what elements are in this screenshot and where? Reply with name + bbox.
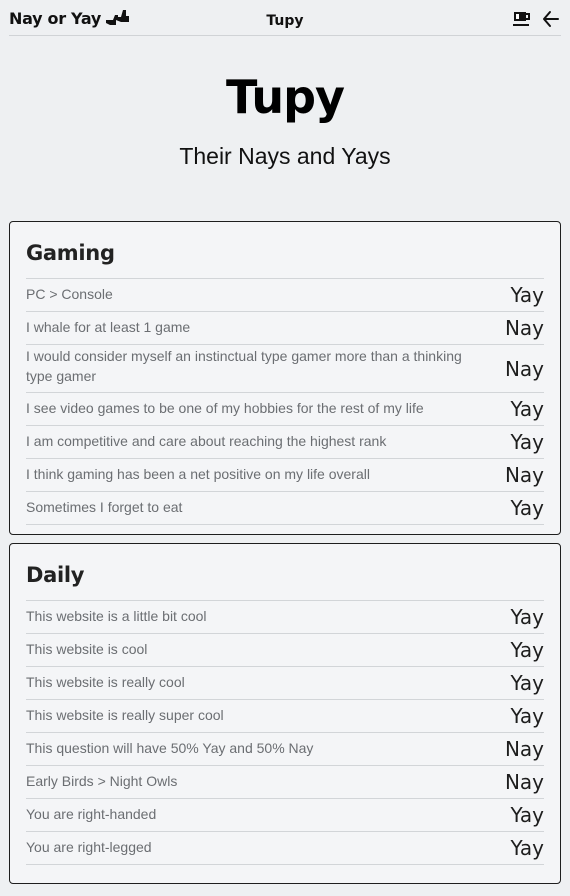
- question-text: You are right-handed: [26, 806, 157, 822]
- top-bar: Nay or Yay Tupy: [9, 0, 561, 36]
- question-row: This website is really cool Yay: [26, 667, 544, 700]
- page-header-title: Tupy: [266, 13, 304, 29]
- question-row: This question will have 50% Yay and 50% …: [26, 733, 544, 766]
- answer-label: Yay: [510, 430, 544, 454]
- answer-label: Yay: [510, 671, 544, 695]
- question-row: PC > Console Yay: [26, 279, 544, 312]
- question-row: You are right-handed Yay: [26, 799, 544, 832]
- question-row: This website is really super cool Yay: [26, 700, 544, 733]
- question-row: Sometimes I forget to eat Yay: [26, 492, 544, 525]
- question-text: You are right-legged: [26, 839, 152, 855]
- question-row: This website is a little bit cool Yay: [26, 601, 544, 634]
- answer-label: Nay: [504, 770, 544, 794]
- question-row: I am competitive and care about reaching…: [26, 426, 544, 459]
- answer-label: Nay: [504, 463, 544, 487]
- answer-label: Yay: [510, 496, 544, 520]
- question-row: This website is cool Yay: [26, 634, 544, 667]
- question-text: This question will have 50% Yay and 50% …: [26, 740, 314, 756]
- answer-label: Nay: [504, 737, 544, 761]
- question-text: Early Birds > Night Owls: [26, 773, 178, 789]
- arrow-left-icon[interactable]: [541, 9, 561, 29]
- section-card-gaming: Gaming PC > Console Yay I whale for at l…: [9, 221, 561, 535]
- question-text: I would consider myself an instinctual t…: [26, 348, 462, 384]
- question-text: Sometimes I forget to eat: [26, 499, 183, 515]
- answer-label: Yay: [510, 638, 544, 662]
- question-text: PC > Console: [26, 286, 113, 302]
- answer-label: Yay: [510, 397, 544, 421]
- question-text: This website is a little bit cool: [26, 608, 207, 624]
- profile-subtitle: Their Nays and Yays: [179, 143, 391, 169]
- section-title: Gaming: [26, 241, 115, 265]
- question-row: I see video games to be one of my hobbie…: [26, 393, 544, 426]
- question-text: This website is really super cool: [26, 707, 224, 723]
- section-title: Daily: [26, 563, 85, 587]
- answer-label: Yay: [510, 605, 544, 629]
- question-row: I think gaming has been a net positive o…: [26, 459, 544, 492]
- section-card-daily: Daily This website is a little bit cool …: [9, 543, 561, 884]
- question-row: You are right-legged Yay: [26, 832, 544, 865]
- question-text: I see video games to be one of my hobbie…: [26, 400, 424, 416]
- question-text: I whale for at least 1 game: [26, 319, 191, 335]
- question-row: I would consider myself an instinctual t…: [26, 345, 544, 393]
- question-row: Early Birds > Night Owls Nay: [26, 766, 544, 799]
- profile-title: Tupy: [226, 70, 345, 124]
- question-row: I whale for at least 1 game Nay: [26, 312, 544, 345]
- question-list: This website is a little bit cool Yay Th…: [26, 600, 544, 865]
- question-text: This website is cool: [26, 641, 148, 657]
- answer-label: Yay: [510, 836, 544, 860]
- answer-label: Yay: [510, 283, 544, 307]
- question-text: I think gaming has been a net positive o…: [26, 466, 370, 482]
- coffee-icon[interactable]: [512, 9, 532, 29]
- question-text: This website is really cool: [26, 674, 185, 690]
- question-list: PC > Console Yay I whale for at least 1 …: [26, 278, 544, 525]
- question-text: I am competitive and care about reaching…: [26, 433, 387, 449]
- answer-label: Nay: [504, 356, 544, 381]
- answer-label: Yay: [510, 704, 544, 728]
- answer-label: Yay: [510, 803, 544, 827]
- answer-label: Nay: [504, 316, 544, 340]
